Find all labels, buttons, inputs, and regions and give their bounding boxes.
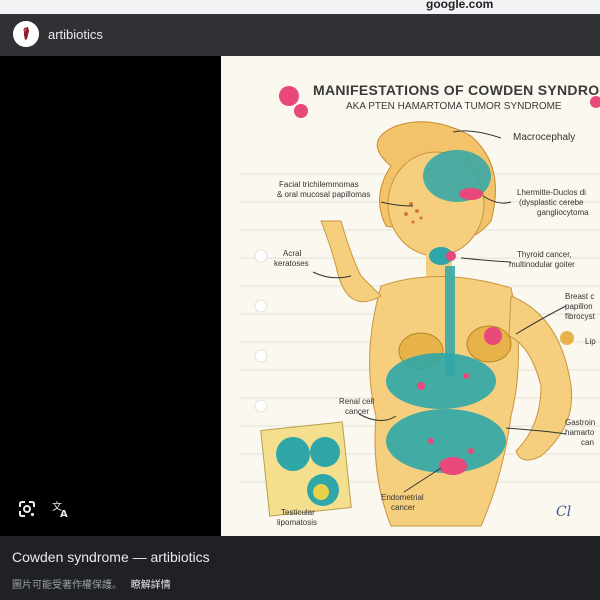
google-lens-button[interactable]: [16, 498, 38, 520]
label-breast-line3: fibrocyst: [565, 312, 595, 321]
artwork-title: MANIFESTATIONS OF COWDEN SYNDROME: [313, 82, 600, 98]
label-thyroid-line2: multinodular goiter: [509, 260, 575, 269]
label-testicular-line2: lipomatosis: [277, 518, 318, 527]
label-lip: Lip: [585, 337, 596, 346]
translate-button[interactable]: 文 A: [50, 498, 72, 520]
source-avatar[interactable]: [13, 21, 39, 47]
label-endometrial-line2: cancer: [391, 503, 416, 512]
learn-more-link[interactable]: 瞭解詳情: [131, 580, 171, 591]
label-facial-line2: & oral mucosal papillomas: [277, 190, 371, 199]
copyright-text: 圖片可能受著作權保護。: [12, 580, 122, 591]
svg-text:A: A: [60, 509, 68, 520]
label-acral-line2: keratoses: [274, 259, 309, 268]
label-renal-line2: cancer: [345, 407, 370, 416]
google-lens-icon: [19, 501, 35, 517]
artwork-subtitle: AKA PTEN HAMARTOMA TUMOR SYNDROME: [346, 101, 562, 112]
image-viewer: MANIFESTATIONS OF COWDEN SYNDROME AKA PT…: [0, 56, 600, 536]
label-breast-line2: papillon: [565, 302, 593, 311]
label-lhermitte-line1: Lhermitte-Duclos di: [517, 188, 586, 197]
copyright-notice: 圖片可能受著作權保護。 瞭解詳情: [12, 576, 171, 591]
label-endometrial-line1: Endometrial: [381, 493, 424, 502]
main-image[interactable]: MANIFESTATIONS OF COWDEN SYNDROME AKA PT…: [221, 56, 600, 536]
label-gastro-line1: Gastroin: [565, 418, 596, 427]
label-testicular-line1: Testicular: [281, 508, 315, 517]
label-thyroid-line1: Thyroid cancer,: [517, 250, 572, 259]
label-gastro-line2: hamarto: [565, 428, 595, 437]
browser-top-strip: google.com: [0, 0, 600, 14]
label-acral-line1: Acral: [283, 249, 302, 258]
label-gastro-line3: can: [581, 438, 594, 447]
label-macrocephaly: Macrocephaly: [513, 132, 576, 143]
artibiotics-logo-icon: [13, 21, 39, 47]
browser-domain: google.com: [426, 0, 494, 11]
image-viewer-header: artibiotics: [0, 14, 600, 56]
label-breast-line1: Breast c: [565, 292, 595, 301]
label-lhermitte-line3: gangliocytoma: [537, 208, 589, 217]
cowden-illustration: [241, 86, 600, 527]
source-name-link[interactable]: artibiotics: [48, 27, 103, 42]
label-facial-line1: Facial trichilemmomas: [279, 180, 359, 189]
label-renal-line1: Renal cell: [339, 397, 375, 406]
image-viewer-footer: Cowden syndrome — artibiotics 圖片可能受著作權保護…: [0, 536, 600, 600]
image-caption-link[interactable]: Cowden syndrome — artibiotics: [12, 549, 210, 565]
artist-signature: Cl: [556, 504, 572, 520]
label-lhermitte-line2: (dysplastic cerebe: [519, 198, 584, 207]
translate-icon: 文 A: [52, 500, 68, 520]
